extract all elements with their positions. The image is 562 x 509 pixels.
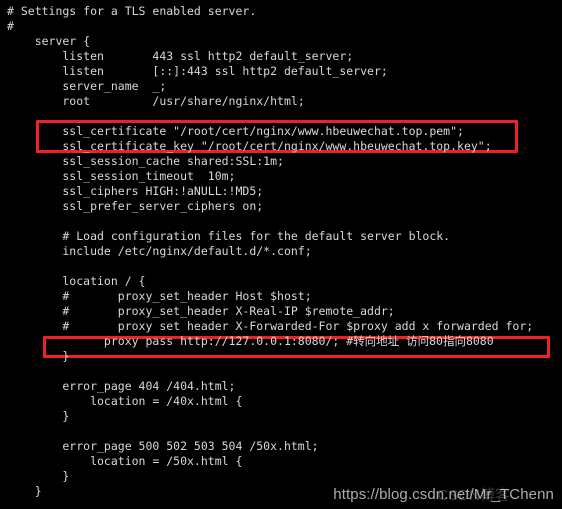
code-line: location = /50x.html { — [7, 454, 243, 468]
code-line: # Settings for a TLS enabled server. — [7, 4, 257, 18]
code-line: location = /40x.html { — [7, 394, 243, 408]
code-line: # — [7, 19, 14, 33]
code-line: location / { — [7, 274, 146, 288]
code-line: server_name _; — [7, 79, 167, 93]
nginx-config-code[interactable]: # Settings for a TLS enabled server. # se… — [0, 4, 562, 499]
code-line: include /etc/nginx/default.d/*.conf; — [7, 244, 312, 258]
code-line: ssl_certificate_key "/root/cert/nginx/ww… — [7, 139, 492, 153]
code-line: proxy pass http://127.0.0.1:8080/; #转向地址… — [7, 334, 494, 348]
code-line: root /usr/share/nginx/html; — [7, 94, 305, 108]
code-line: # Load configuration files for the defau… — [7, 229, 451, 243]
terminal-window[interactable]: # Settings for a TLS enabled server. # se… — [0, 0, 562, 509]
code-line: ssl_ciphers HIGH:!aNULL:!MD5; — [7, 184, 264, 198]
code-line: error_page 500 502 503 504 /50x.html; — [7, 439, 319, 453]
code-line: } — [7, 349, 70, 363]
code-line: # proxy_set_header X-Real-IP $remote_add… — [7, 304, 395, 318]
code-line: ssl_prefer_server_ciphers on; — [7, 199, 264, 213]
code-line: # proxy_set_header Host $host; — [7, 289, 312, 303]
code-line: server { — [7, 34, 91, 48]
code-line: } — [7, 409, 70, 423]
blog-url-watermark: https://blog.csdn.net/Mr_TChenn — [333, 486, 554, 503]
code-line: # proxy set header X-Forwarded-For $prox… — [7, 319, 534, 333]
code-line: ssl_certificate "/root/cert/nginx/www.hb… — [7, 124, 464, 138]
code-line: listen 443 ssl http2 default_server; — [7, 49, 354, 63]
code-line: listen [::]:443 ssl http2 default_server… — [7, 64, 388, 78]
code-line: ssl_session_cache shared:SSL:1m; — [7, 154, 284, 168]
code-line: } — [7, 469, 70, 483]
code-line: error_page 404 /404.html; — [7, 379, 236, 393]
code-line: ssl_session_timeout 10m; — [7, 169, 236, 183]
